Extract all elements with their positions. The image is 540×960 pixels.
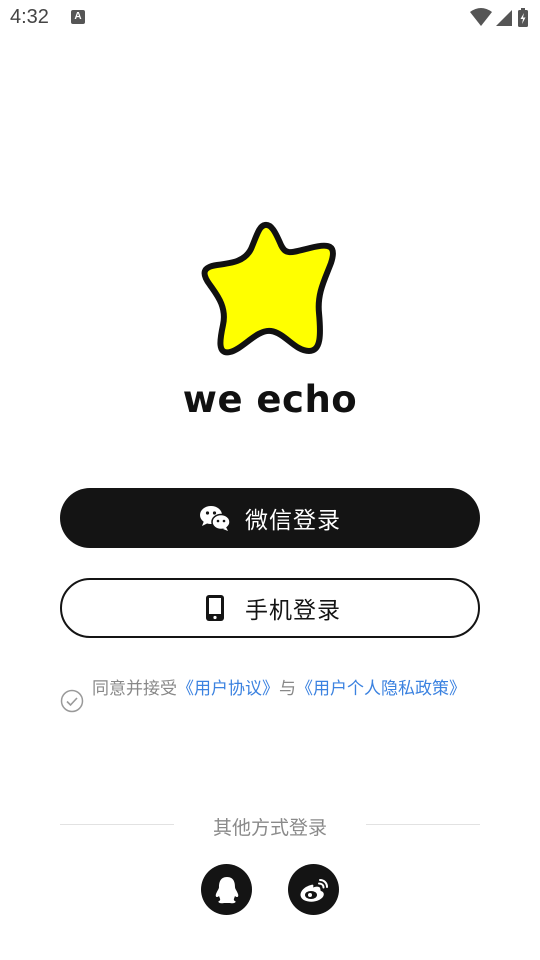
phone-icon [199, 592, 231, 624]
star-logo-icon [195, 215, 345, 365]
wechat-icon [199, 502, 231, 534]
wifi-icon [470, 8, 492, 26]
signal-icon [496, 10, 512, 26]
agreement-checkbox[interactable] [60, 689, 84, 713]
agreement-text: 同意并接受《用户协议》与《用户个人隐私政策》 [92, 676, 472, 703]
check-circle-icon [60, 689, 84, 713]
weibo-icon [299, 878, 328, 902]
agreement-conjunction: 与 [279, 679, 296, 699]
phone-login-label: 手机登录 [245, 598, 341, 624]
brand-name: we echo [182, 378, 358, 421]
user-agreement-link[interactable]: 《用户协议》 [177, 679, 279, 699]
status-icons [470, 8, 530, 28]
qq-icon [215, 876, 238, 903]
other-login-title: 其他方式登录 [212, 817, 327, 839]
privacy-policy-link[interactable]: 《用户个人隐私政策》 [296, 679, 466, 699]
qq-login-button[interactable] [201, 864, 252, 915]
divider-right [366, 824, 480, 825]
wechat-login-button[interactable]: 微信登录 [60, 488, 480, 548]
status-bar: 4:32 A [0, 0, 540, 36]
weibo-login-button[interactable] [288, 864, 339, 915]
battery-charging-icon [518, 8, 528, 27]
agreement-prefix: 同意并接受 [92, 679, 177, 699]
status-time: 4:32 [10, 6, 49, 28]
phone-login-button[interactable]: 手机登录 [60, 578, 480, 638]
notification-a-icon: A [71, 10, 85, 24]
wechat-login-label: 微信登录 [245, 508, 341, 534]
